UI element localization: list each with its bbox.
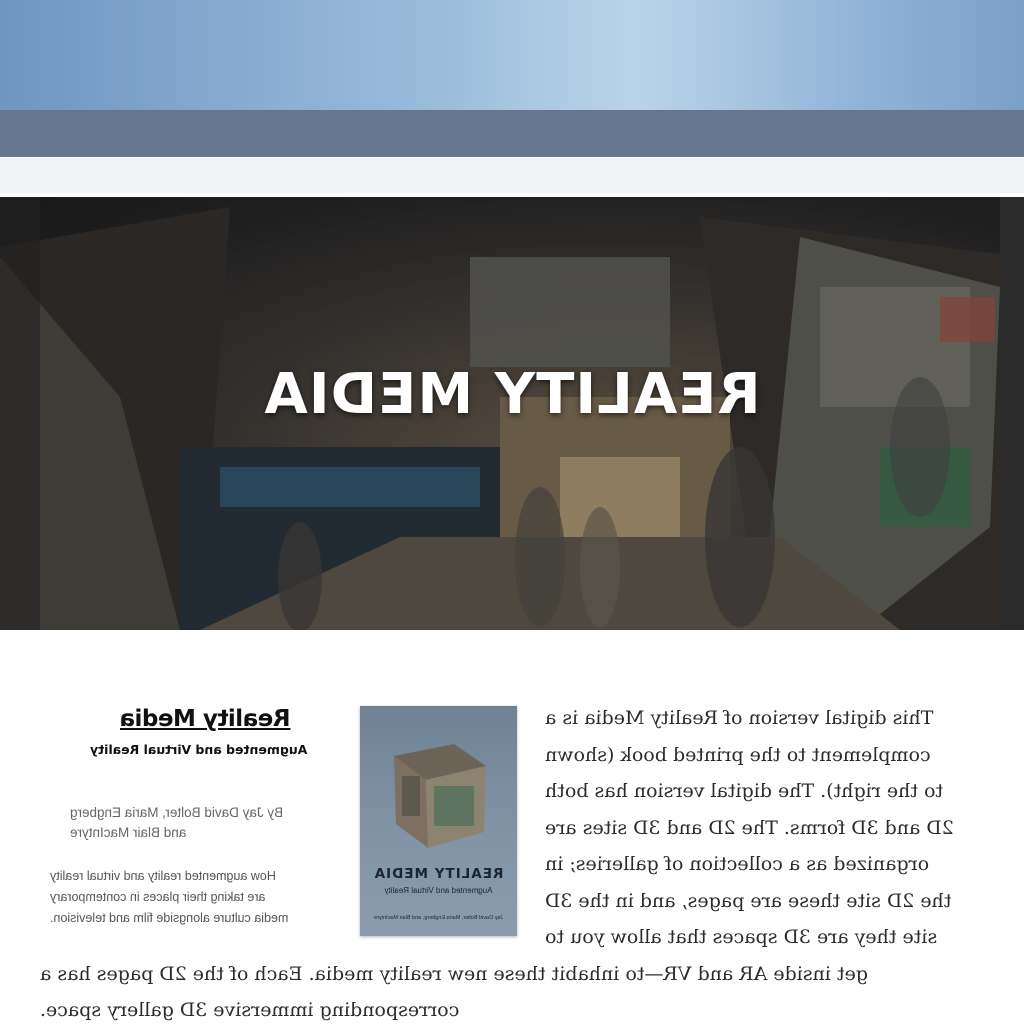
- header-banner: [0, 0, 1024, 110]
- intro-line: This digital version of Reality Media is…: [545, 707, 934, 729]
- hero-banner: REALITY MEDIA: [0, 197, 1024, 630]
- intro-line: 2D and 3D forms. The 2D and 3D sites are: [545, 816, 954, 839]
- navigation-bar[interactable]: [0, 110, 1024, 157]
- intro-line: the 2D site these are pages, and in the …: [545, 889, 952, 912]
- hero-title: REALITY MEDIA: [263, 362, 761, 427]
- intro-paragraph: This digital version of Reality Media is…: [40, 700, 1000, 1024]
- sub-navigation-bar: [0, 158, 1024, 193]
- intro-line: organized as a collection of galleries; …: [545, 853, 930, 875]
- intro-line: to the right). The digital version has b…: [545, 780, 944, 802]
- intro-line: complement to the printed book (shown: [545, 743, 931, 766]
- intro-line: get inside AR and VR—to inhabit these ne…: [40, 962, 869, 985]
- intro-line: site they are 3D spaces that allow you t…: [545, 926, 938, 948]
- intro-line: corresponding immersive 3D gallery space…: [40, 999, 460, 1021]
